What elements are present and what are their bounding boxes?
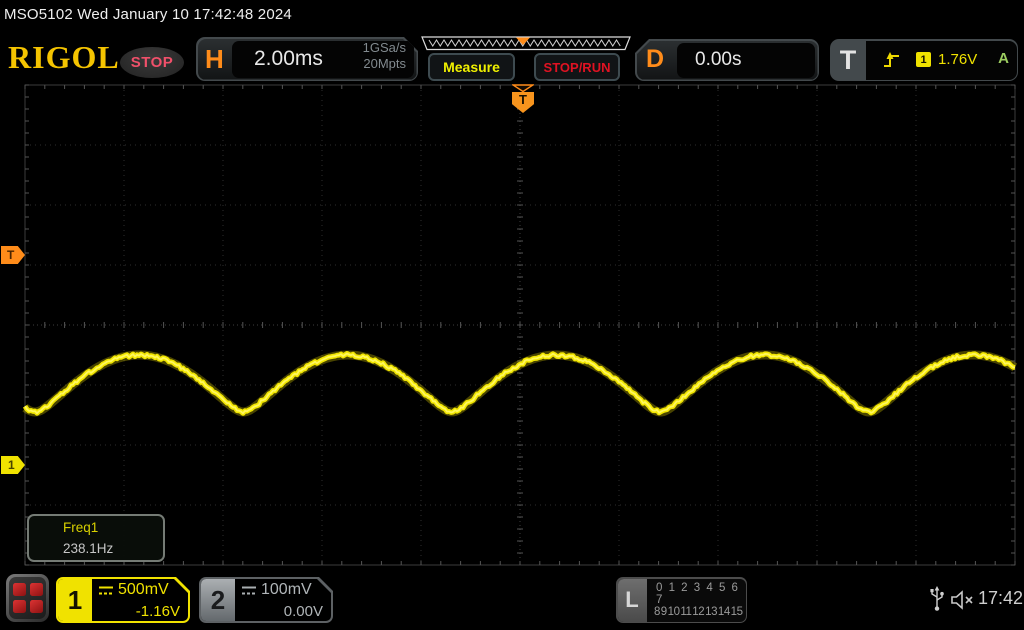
usb-icon — [930, 586, 944, 611]
horizontal-settings-box[interactable]: H 2.00ms 1GSa/s 20Mpts — [196, 37, 418, 81]
acquisition-status-badge: STOP — [120, 47, 184, 78]
trigger-mode: A — [998, 50, 1009, 67]
logic-analyzer-label: L — [617, 578, 647, 622]
channel1-scale: 500mV — [118, 581, 169, 598]
trigger-label: T — [839, 44, 857, 75]
trigger-tab: T — [832, 41, 865, 80]
oscilloscope-screen: MSO5102 Wed January 10 17:42:48 2024 RIG… — [0, 0, 1024, 630]
speaker-muted-icon[interactable] — [950, 589, 976, 611]
logic-analyzer-box[interactable]: L 0 1 2 3 4 5 6 7 8 9 10 11 12 13 14 15 — [616, 577, 747, 623]
trigger-position-notch-icon — [512, 84, 534, 92]
menu-square — [12, 600, 26, 613]
measurement-name: Freq1 — [63, 520, 99, 535]
memory-depth: 20Mpts — [363, 56, 406, 71]
stop-run-button-label: STOP/RUN — [543, 59, 611, 75]
channel1-box[interactable]: 1 500mV -1.16V — [56, 577, 190, 623]
trigger-settings-box[interactable]: T 1 1.76V A — [830, 39, 1018, 81]
menu-square — [12, 583, 26, 596]
logic-channels-row1: 0 1 2 3 4 5 6 7 — [656, 582, 738, 606]
model-and-datetime: MSO5102 Wed January 10 17:42:48 2024 — [4, 6, 292, 23]
stop-run-button[interactable]: STOP/RUN — [534, 53, 620, 81]
trigger-source-badge: 1 — [916, 52, 931, 67]
trigger-level-value: 1.76V — [938, 51, 978, 68]
channel2-scale: 100mV — [261, 581, 312, 598]
horizontal-label: H — [205, 44, 224, 74]
measure-button-label: Measure — [443, 59, 500, 75]
channel1-offset: -1.16V — [135, 603, 180, 620]
menu-square — [29, 600, 43, 613]
dc-coupling-icon — [98, 585, 114, 596]
red-grid-menu-icon[interactable] — [6, 574, 49, 622]
rising-edge-icon — [884, 52, 899, 67]
delay-value: 0.00s — [695, 49, 742, 70]
measurement-value: 238.1Hz — [63, 541, 114, 556]
channel2-number: 2 — [201, 579, 235, 621]
dc-coupling-icon — [241, 585, 257, 596]
delay-settings-box[interactable]: D 0.00s — [635, 39, 819, 81]
rigol-logo: RIGOL — [8, 39, 120, 75]
graticule — [22, 84, 1018, 566]
clock: 17:42 — [978, 588, 1024, 608]
timebase-value: 2.00ms — [254, 47, 323, 70]
delay-label: D — [646, 45, 665, 73]
sample-rate: 1GSa/s — [362, 40, 406, 55]
waveform-preview-strip[interactable] — [415, 36, 637, 52]
measure-button[interactable]: Measure — [428, 53, 515, 81]
channel1-number: 1 — [58, 579, 92, 621]
red-grid-menu-pad — [9, 577, 46, 619]
measurement-panel[interactable]: Freq1 238.1Hz — [27, 514, 165, 562]
menu-square — [29, 583, 43, 596]
acquisition-status-label: STOP — [130, 54, 174, 71]
channel2-box[interactable]: 2 100mV 0.00V — [199, 577, 333, 623]
channel2-offset: 0.00V — [283, 603, 323, 620]
logic-channels-row2: 8 9 10 11 12 13 14 15 — [654, 606, 743, 618]
sample-rate-memdepth: 1GSa/s 20Mpts — [363, 40, 406, 72]
